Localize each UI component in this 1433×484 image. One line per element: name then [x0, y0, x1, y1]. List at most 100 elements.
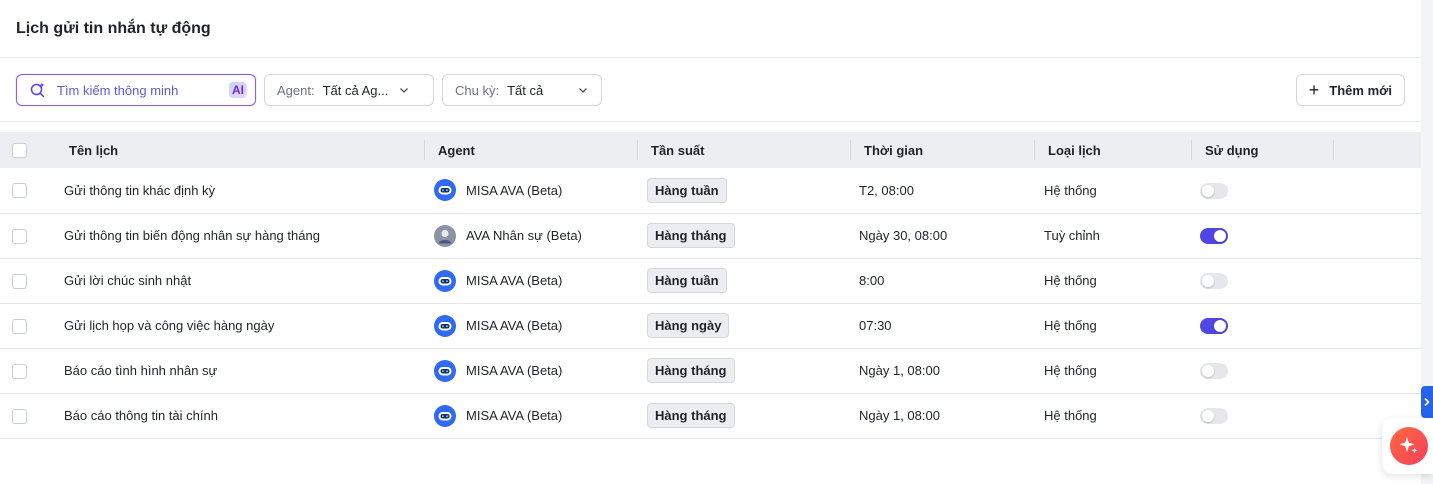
type-cell: Hệ thống — [1044, 273, 1097, 288]
enabled-cell — [1191, 258, 1333, 303]
robot-avatar-icon — [434, 359, 456, 382]
type-cell: Hệ thống — [1044, 182, 1097, 198]
select-all-checkbox[interactable] — [12, 143, 27, 159]
table-row[interactable]: Gửi lời chúc sinh nhật MISA AVA (Beta) Hàn… — [0, 258, 1421, 303]
schedule-name[interactable]: Báo cáo thông tin tài chính — [50, 393, 424, 438]
toggle-knob — [1202, 364, 1214, 377]
frequency-cell: Hàng tháng — [637, 393, 850, 438]
agent-cell: MISA AVA (Beta) — [424, 393, 637, 438]
schedule-panel: Lịch gửi tin nhắn tự động Tìm kiếm thông… — [0, 0, 1421, 484]
schedule-table: Tên lịch Agent Tần suất Thời gian Loại l… — [0, 132, 1421, 439]
frequency-cell: Hàng ngày — [637, 303, 850, 348]
robot-avatar-icon — [434, 404, 456, 427]
ai-assistant-fab[interactable] — [1382, 418, 1433, 474]
column-header-spacer — [1333, 132, 1421, 168]
frequency-cell: Hàng tuần — [637, 168, 850, 213]
agent-name: MISA AVA (Beta) — [466, 273, 563, 288]
frequency-badge: Hàng tuần — [647, 177, 727, 203]
chevron-right-icon — [1424, 397, 1430, 407]
schedule-name[interactable]: Báo cáo tình hình nhân sự — [50, 348, 424, 393]
chevron-down-icon — [577, 84, 589, 96]
cycle-filter-label: Chu kỳ: — [455, 82, 500, 98]
enabled-toggle[interactable] — [1200, 182, 1228, 199]
row-select-cell — [0, 213, 50, 258]
enabled-cell — [1191, 303, 1333, 348]
agent-filter-label: Agent: — [277, 82, 315, 98]
enabled-toggle[interactable] — [1200, 407, 1228, 424]
table-row[interactable]: Báo cáo thông tin tài chính MISA AVA (Bet… — [0, 393, 1421, 438]
row-select-cell — [0, 168, 50, 213]
enabled-cell — [1191, 348, 1333, 393]
row-select-cell — [0, 348, 50, 393]
agent-name: MISA AVA (Beta) — [466, 408, 563, 423]
schedule-name[interactable]: Gửi thông tin biến động nhân sự hàng thá… — [50, 213, 424, 258]
enabled-toggle[interactable] — [1200, 317, 1228, 334]
table-row[interactable]: Báo cáo tình hình nhân sự MISA AVA (Beta)… — [0, 348, 1421, 393]
toolbar-divider — [0, 121, 1421, 122]
frequency-cell: Hàng tuần — [637, 258, 850, 303]
page-header: Lịch gửi tin nhắn tự động — [0, 0, 1421, 58]
cycle-filter-value: Tất cả — [507, 82, 544, 98]
row-checkbox[interactable] — [12, 318, 27, 334]
column-header-type[interactable]: Loại lịch — [1034, 132, 1191, 168]
add-new-button[interactable]: + Thêm mới — [1295, 74, 1405, 106]
time-cell: Ngày 30, 08:00 — [859, 228, 948, 243]
frequency-badge: Hàng ngày — [647, 313, 730, 338]
agent-filter-value: Tất cả Ag... — [322, 82, 389, 98]
agent-name: MISA AVA (Beta) — [466, 318, 563, 333]
column-header-frequency[interactable]: Tần suất — [637, 132, 850, 168]
cycle-filter[interactable]: Chu kỳ: Tất cả — [442, 74, 602, 106]
toggle-knob — [1202, 184, 1214, 197]
frequency-badge: Hàng tháng — [647, 358, 735, 383]
row-checkbox[interactable] — [12, 183, 27, 199]
agent-name: AVA Nhân sự (Beta) — [466, 228, 582, 243]
column-header-agent[interactable]: Agent — [424, 132, 637, 168]
row-checkbox[interactable] — [12, 363, 27, 379]
toggle-knob — [1202, 409, 1214, 422]
enabled-toggle[interactable] — [1200, 272, 1228, 289]
schedule-name[interactable]: Gửi thông tin khác định kỳ — [50, 168, 424, 213]
enabled-toggle[interactable] — [1200, 227, 1228, 244]
enabled-cell — [1191, 168, 1333, 213]
agent-filter[interactable]: Agent: Tất cả Ag... — [264, 74, 434, 106]
page-title: Lịch gửi tin nhắn tự động — [16, 19, 211, 37]
type-cell: Hệ thống — [1044, 318, 1097, 333]
time-cell: 07:30 — [859, 318, 892, 333]
table-row[interactable]: Gửi thông tin biến động nhân sự hàng thá… — [0, 213, 1421, 258]
row-checkbox[interactable] — [12, 228, 27, 244]
column-header-enabled[interactable]: Sử dụng — [1191, 132, 1333, 168]
type-cell: Tuỳ chỉnh — [1044, 228, 1100, 243]
person-avatar-icon — [434, 224, 456, 247]
sparkle-icon — [1390, 427, 1428, 465]
agent-cell: MISA AVA (Beta) — [424, 303, 637, 348]
toggle-knob — [1214, 229, 1226, 242]
search-placeholder: Tìm kiếm thông minh — [57, 82, 179, 98]
agent-cell: MISA AVA (Beta) — [424, 258, 637, 303]
agent-name: MISA AVA (Beta) — [466, 363, 563, 378]
chevron-down-icon — [398, 84, 410, 96]
table-header-row: Tên lịch Agent Tần suất Thời gian Loại l… — [0, 132, 1421, 168]
toggle-knob — [1202, 274, 1214, 287]
table-row[interactable]: Gửi lịch họp và công việc hàng ngày MISA … — [0, 303, 1421, 348]
row-spacer — [1333, 303, 1421, 348]
time-cell: 8:00 — [859, 273, 885, 288]
column-header-time[interactable]: Thời gian — [850, 132, 1034, 168]
schedule-name[interactable]: Gửi lịch họp và công việc hàng ngày — [50, 303, 424, 348]
table-row[interactable]: Gửi thông tin khác định kỳ MISA AVA (Beta… — [0, 168, 1421, 213]
smart-search-input[interactable]: Tìm kiếm thông minh AI — [16, 74, 256, 106]
row-select-cell — [0, 393, 50, 438]
row-spacer — [1333, 213, 1421, 258]
time-cell: Ngày 1, 08:00 — [859, 408, 940, 423]
schedule-name[interactable]: Gửi lời chúc sinh nhật — [50, 258, 424, 303]
agent-cell: MISA AVA (Beta) — [424, 348, 637, 393]
frequency-cell: Hàng tháng — [637, 213, 850, 258]
ai-badge[interactable]: AI — [229, 82, 247, 98]
column-header-name[interactable]: Tên lịch — [50, 132, 424, 168]
enabled-toggle[interactable] — [1200, 362, 1228, 379]
row-checkbox[interactable] — [12, 408, 27, 424]
time-cell: T2, 08:00 — [859, 182, 914, 198]
frequency-badge: Hàng tháng — [647, 403, 735, 428]
side-panel-toggle[interactable] — [1421, 386, 1433, 418]
row-checkbox[interactable] — [12, 273, 27, 289]
type-cell: Hệ thống — [1044, 363, 1097, 378]
